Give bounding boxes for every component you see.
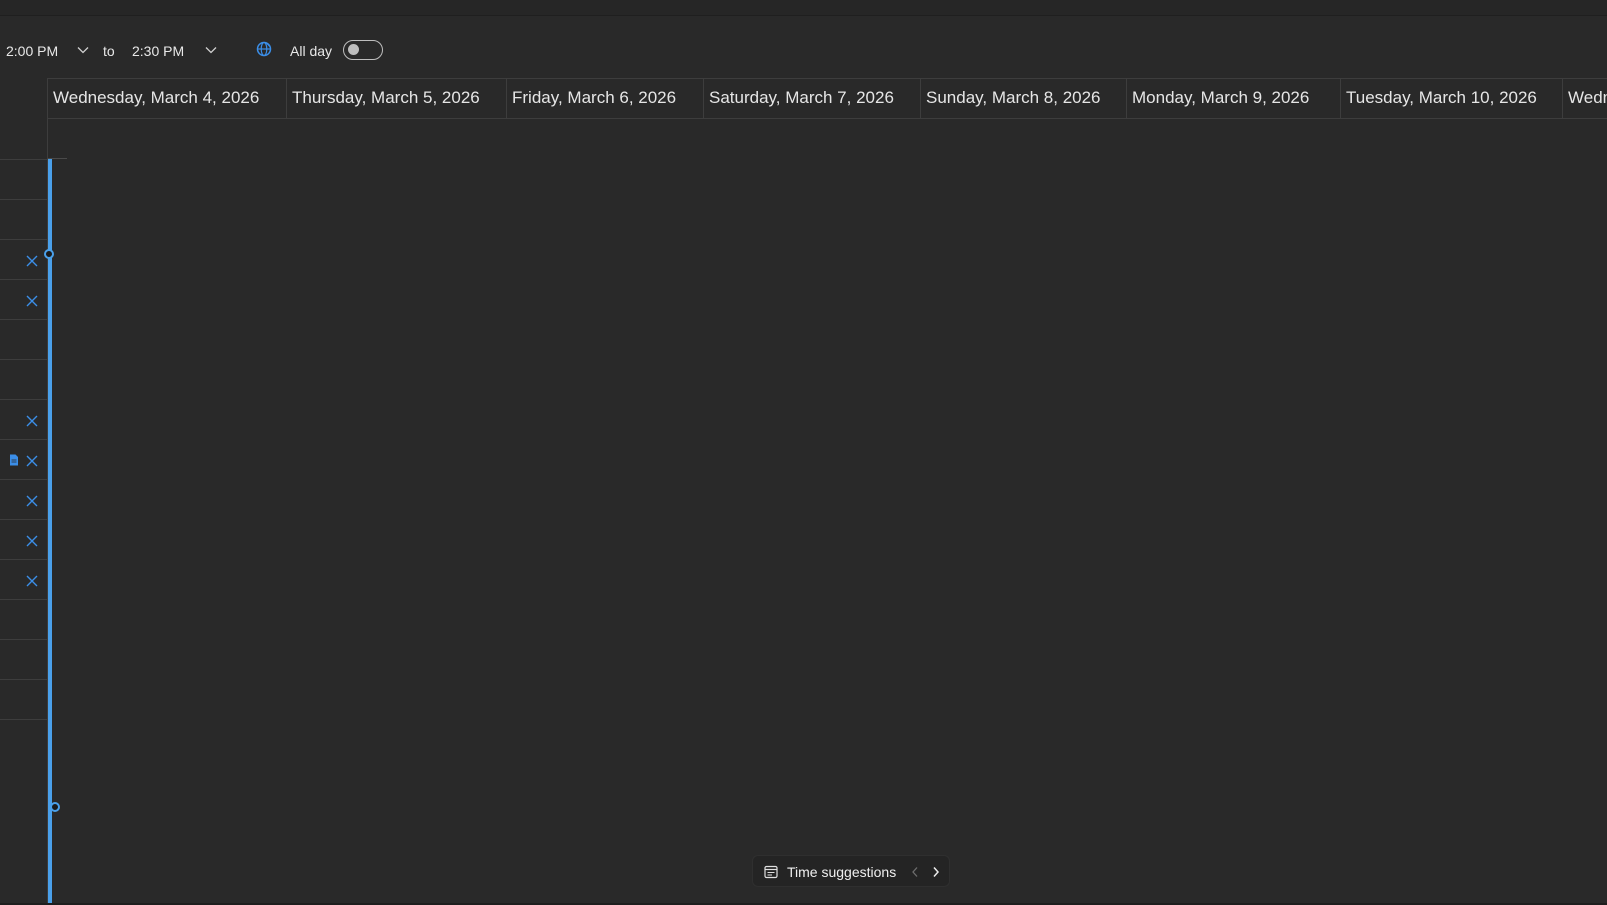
- declined-close-icon: [25, 574, 39, 588]
- day-header-wednesday-march-11: Wedn: [1568, 88, 1607, 107]
- attendee-status-column: [0, 78, 48, 905]
- time-suggestions-previous-chevron-left-icon[interactable]: [908, 864, 922, 880]
- attendee-row-divider: [0, 519, 48, 520]
- day-header-monday-march-9: Monday, March 9, 2026: [1127, 79, 1341, 118]
- scheduling-toolbar: 2:00 PM to 2:30 PM All day: [0, 16, 1607, 78]
- time-zone-globe-icon[interactable]: [255, 40, 273, 58]
- all-day-label: All day: [290, 43, 333, 59]
- time-suggestions-label[interactable]: Time suggestions: [787, 864, 896, 880]
- attendee-row-divider: [0, 479, 48, 480]
- start-time-value[interactable]: 2:00 PM: [6, 43, 58, 59]
- time-suggestions-calendar-icon: [763, 864, 779, 880]
- time-suggestions-next-chevron-right-icon[interactable]: [929, 864, 943, 880]
- attendee-row-divider: [0, 239, 48, 240]
- day-header-tuesday-march-10: Tuesday, March 10, 2026: [1341, 79, 1563, 118]
- declined-close-icon: [25, 454, 39, 468]
- attendee-row-divider: [0, 679, 48, 680]
- declined-close-icon: [25, 494, 39, 508]
- attendee-row-divider: [0, 719, 48, 720]
- all-day-toggle-knob: [348, 44, 359, 55]
- declined-close-icon: [25, 294, 39, 308]
- attendee-row-divider: [0, 639, 48, 640]
- day-header-wednesday-march-4: Wednesday, March 4, 2026: [48, 79, 287, 118]
- day-header-saturday-march-7: Saturday, March 7, 2026: [704, 79, 921, 118]
- day-header-sunday-march-8: Sunday, March 8, 2026: [921, 79, 1127, 118]
- selection-top-line: [48, 158, 67, 159]
- window-top-strip: [0, 0, 1607, 16]
- day-header-row: Wednesday, March 4, 2026 Thursday, March…: [48, 78, 1607, 119]
- meeting-time-selection-bar[interactable]: [48, 158, 52, 905]
- end-time-value[interactable]: 2:30 PM: [132, 43, 184, 59]
- attendee-row-divider: [0, 279, 48, 280]
- attendee-row-divider: [0, 559, 48, 560]
- start-time-dropdown-chevron-down-icon[interactable]: [75, 42, 91, 58]
- attendee-row-divider: [0, 319, 48, 320]
- attendee-row-divider: [0, 199, 48, 200]
- time-suggestions-bar: Time suggestions: [752, 855, 950, 887]
- attendee-row-divider: [0, 159, 48, 160]
- selection-end-handle[interactable]: [50, 802, 60, 812]
- day-header-friday-march-6: Friday, March 6, 2026: [507, 79, 704, 118]
- attendee-row-divider: [0, 439, 48, 440]
- attendee-row-divider: [0, 399, 48, 400]
- day-header-thursday-march-5: Thursday, March 5, 2026: [287, 79, 507, 118]
- all-day-toggle[interactable]: [343, 40, 383, 60]
- attendee-row-divider: [0, 359, 48, 360]
- response-note-document-icon[interactable]: [7, 453, 21, 467]
- end-time-dropdown-chevron-down-icon[interactable]: [203, 42, 219, 58]
- declined-close-icon: [25, 534, 39, 548]
- declined-close-icon: [25, 414, 39, 428]
- to-label: to: [103, 43, 115, 59]
- attendee-row-divider: [0, 599, 48, 600]
- selection-start-handle[interactable]: [44, 249, 54, 259]
- declined-close-icon: [25, 254, 39, 268]
